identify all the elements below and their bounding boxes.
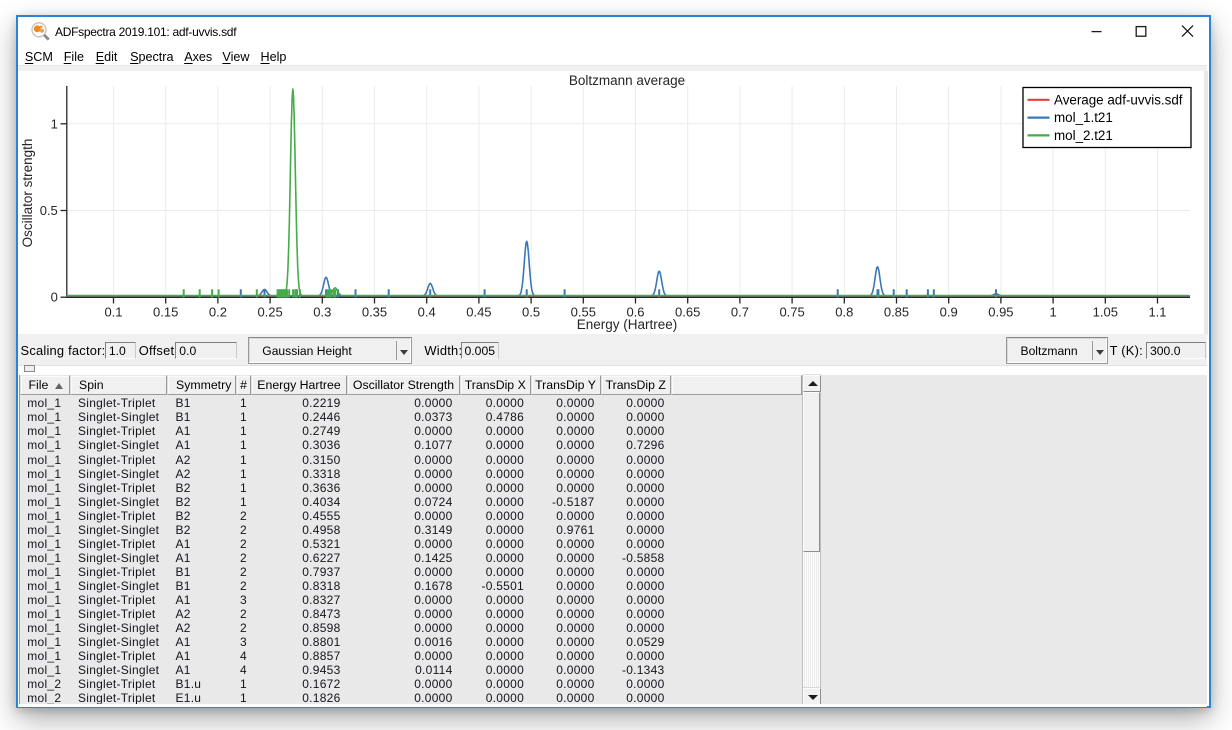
svg-text:0.15: 0.15 — [153, 304, 178, 319]
svg-text:0.9: 0.9 — [939, 304, 957, 319]
svg-text:0.35: 0.35 — [361, 304, 386, 319]
svg-text:Oscillator strength: Oscillator strength — [20, 138, 35, 247]
svg-text:Boltzmann average: Boltzmann average — [568, 73, 684, 88]
svg-text:0.4: 0.4 — [417, 304, 435, 319]
svg-text:0.45: 0.45 — [466, 304, 491, 319]
svg-text:1: 1 — [50, 116, 57, 131]
svg-text:0.8: 0.8 — [835, 304, 853, 319]
svg-text:1.05: 1.05 — [1092, 304, 1117, 319]
svg-text:0.7: 0.7 — [730, 304, 748, 319]
svg-text:0.75: 0.75 — [779, 304, 804, 319]
svg-text:0.85: 0.85 — [883, 304, 908, 319]
svg-text:1: 1 — [1049, 304, 1056, 319]
svg-text:0.3: 0.3 — [313, 304, 331, 319]
svg-text:0: 0 — [50, 289, 57, 304]
svg-text:mol_2.t21: mol_2.t21 — [1054, 127, 1113, 142]
svg-text:0.25: 0.25 — [257, 304, 282, 319]
svg-text:0.5: 0.5 — [39, 203, 57, 218]
svg-text:0.95: 0.95 — [988, 304, 1013, 319]
svg-text:mol_1.t21: mol_1.t21 — [1054, 110, 1113, 125]
svg-text:1.1: 1.1 — [1148, 304, 1166, 319]
svg-text:Energy (Hartree): Energy (Hartree) — [576, 317, 677, 332]
svg-text:0.5: 0.5 — [522, 304, 540, 319]
svg-text:0.1: 0.1 — [104, 304, 122, 319]
svg-text:Average adf-uvvis.sdf: Average adf-uvvis.sdf — [1054, 92, 1183, 107]
svg-text:0.65: 0.65 — [675, 304, 700, 319]
svg-text:0.2: 0.2 — [208, 304, 226, 319]
